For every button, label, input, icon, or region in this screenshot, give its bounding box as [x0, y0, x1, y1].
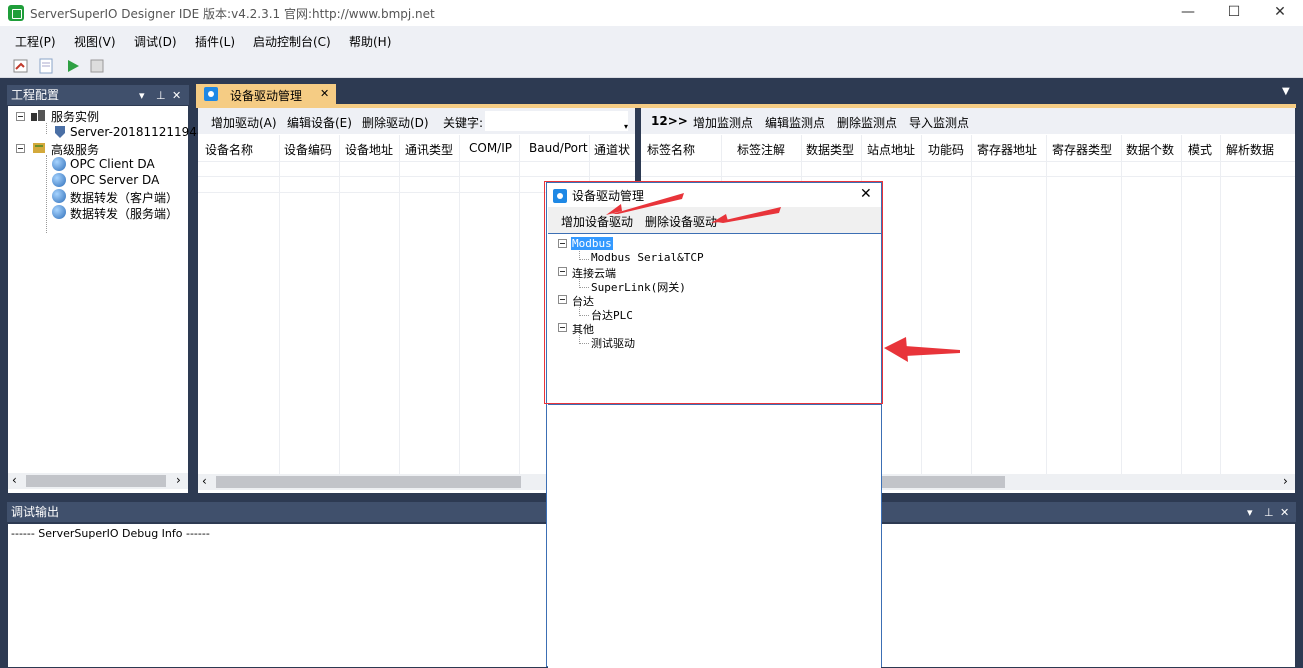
annotation-arrow [711, 207, 781, 223]
annotation-arrow [606, 193, 684, 215]
annotation-arrow [884, 337, 960, 362]
annotation-arrows [606, 193, 960, 362]
